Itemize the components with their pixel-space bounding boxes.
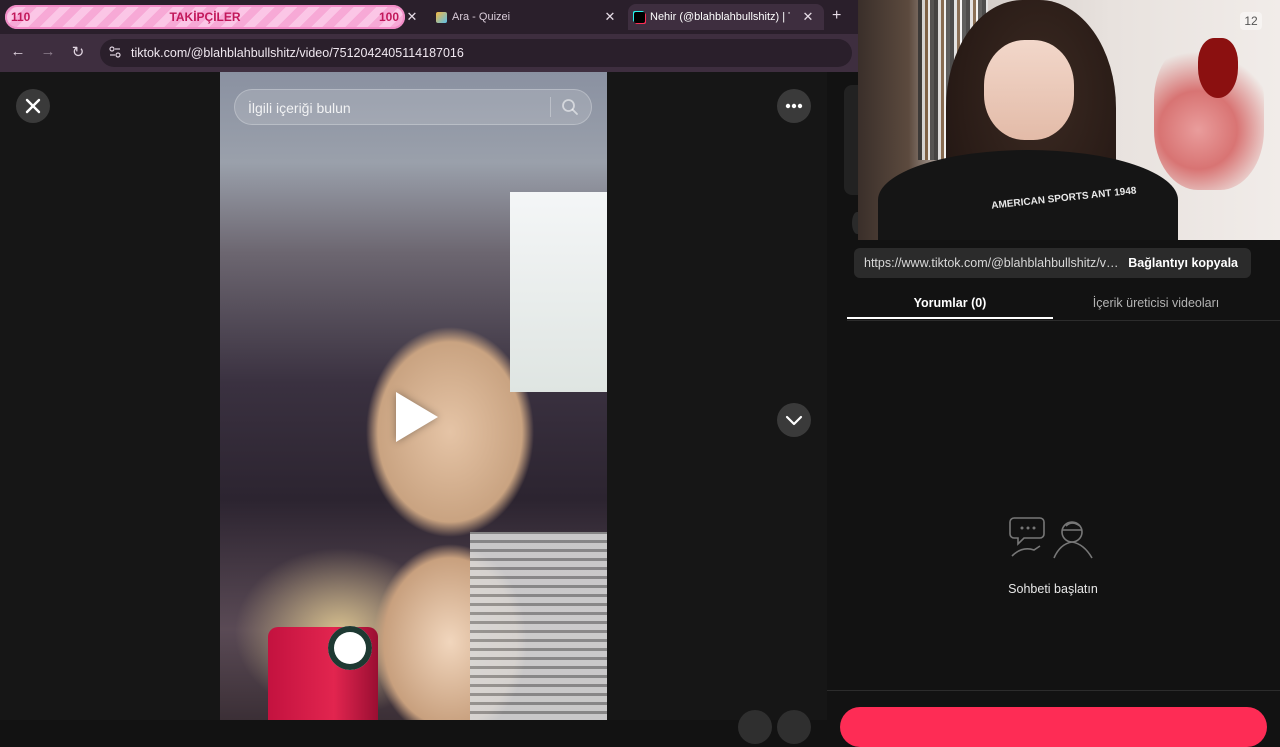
panel-divider	[827, 690, 1280, 691]
new-tab-icon[interactable]: +	[832, 7, 841, 25]
tiktok-favicon-icon	[634, 12, 645, 23]
empty-comments-text: Sohbeti başlatın	[1008, 582, 1098, 596]
tab-comments[interactable]: Yorumlar (0)	[847, 296, 1053, 310]
video-frame-building	[470, 532, 607, 720]
back-arrow-icon[interactable]: ←	[8, 43, 28, 60]
address-url: tiktok.com/@blahblahbullshitz/video/7512…	[131, 46, 464, 60]
active-tab-underline	[847, 317, 1053, 319]
play-icon[interactable]	[396, 392, 438, 442]
address-bar[interactable]: tiktok.com/@blahblahbullshitz/video/7512…	[100, 39, 852, 67]
tab-close-icon[interactable]: ✕	[800, 9, 816, 25]
video-frame-sky	[510, 192, 607, 392]
webcam-overlay: AMERICAN SPORTS ANT 1948	[858, 0, 1280, 240]
webcam-wall-handprint	[1198, 38, 1238, 98]
browser-tab-bar: 110 TAKİPÇİLER 100 ✕ Ara - Quizei ✕ Nehi…	[0, 0, 858, 34]
tab-close-icon[interactable]: ✕	[602, 9, 618, 25]
partial-control-button[interactable]	[738, 710, 772, 744]
chat-empty-icon	[1009, 517, 1093, 559]
tab-quizei[interactable]: Ara - Quizei	[430, 4, 620, 30]
follower-goal-title: TAKİPÇİLER	[169, 10, 241, 24]
tab-creator-videos[interactable]: İçerik üreticisi videoları	[1053, 296, 1259, 310]
browser-navbar: ← → ↻ tiktok.com/@blahblahbullshitz/vide…	[0, 34, 858, 72]
tab-close-icon[interactable]: ✕	[404, 9, 420, 25]
chevron-down-icon	[785, 415, 803, 426]
site-settings-icon[interactable]	[109, 46, 121, 58]
panel-edge-element	[844, 85, 858, 195]
share-link-url[interactable]: https://www.tiktok.com/@blahblahbullshit…	[864, 256, 1120, 270]
search-icon[interactable]	[561, 98, 579, 116]
forward-arrow-icon[interactable]: →	[38, 43, 58, 60]
video-player[interactable]	[220, 72, 607, 720]
video-frame-cup-logo	[328, 626, 372, 670]
more-options-button[interactable]	[777, 89, 811, 123]
search-divider	[550, 97, 551, 117]
close-icon	[25, 98, 41, 114]
add-comment-button[interactable]	[840, 707, 1267, 747]
quizei-favicon-icon	[436, 12, 447, 23]
tab-title: Ara - Quizei	[452, 11, 511, 23]
tab-tiktok[interactable]: Nehir (@blahblahbullshitz) | TikTok	[628, 4, 824, 30]
related-search-bar[interactable]	[234, 89, 592, 125]
next-video-button[interactable]	[777, 403, 811, 437]
more-dots-icon	[785, 103, 803, 109]
close-video-button[interactable]	[16, 89, 50, 123]
follower-goal-overlay: 110 TAKİPÇİLER 100	[5, 5, 405, 29]
share-link-row: https://www.tiktok.com/@blahblahbullshit…	[854, 248, 1251, 278]
webcam-person-face	[984, 40, 1074, 140]
copy-link-button[interactable]: Bağlantıyı kopyala	[1128, 256, 1238, 270]
tab-title: Nehir (@blahblahbullshitz) | TikTok	[650, 11, 790, 23]
webcam-badge: 12	[1240, 12, 1262, 30]
reload-icon[interactable]: ↻	[68, 43, 88, 61]
related-search-input[interactable]	[246, 97, 540, 119]
follower-goal-target: 100	[378, 10, 399, 24]
comment-tabs: Yorumlar (0) İçerik üreticisi videoları	[847, 285, 1280, 321]
partial-control-button[interactable]	[777, 710, 811, 744]
